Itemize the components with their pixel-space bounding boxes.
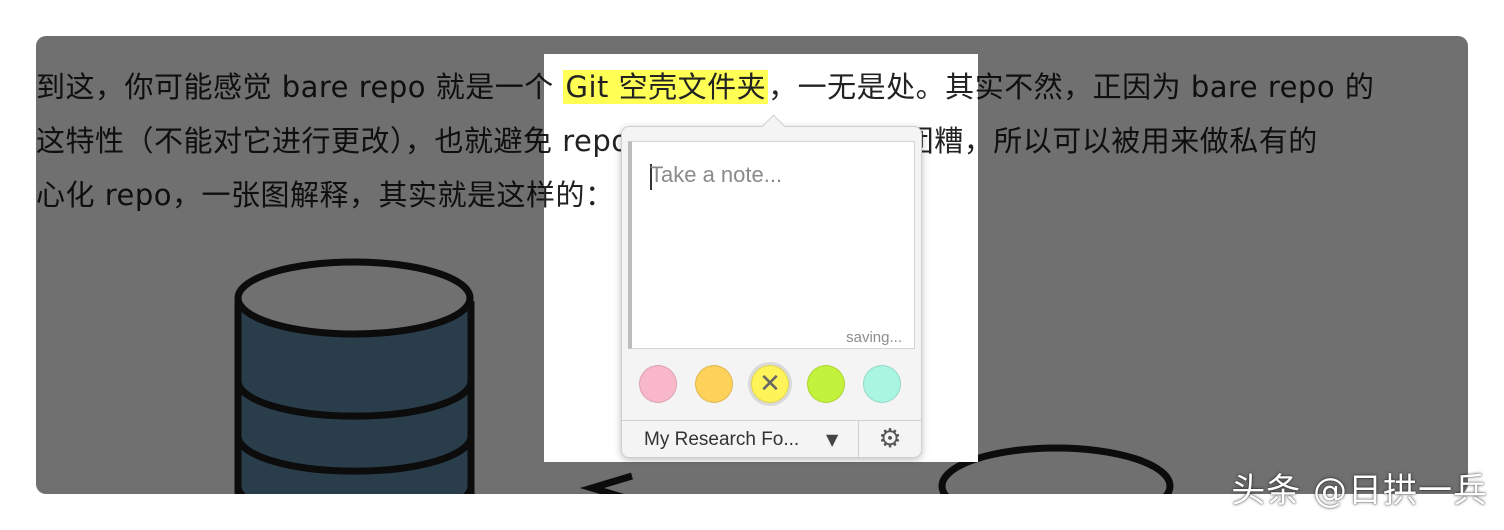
color-swatch-green[interactable]: [807, 365, 845, 403]
article-text: 到这，你可能感觉 bare repo 就是一个: [544, 70, 563, 104]
chevron-down-icon: ▼: [826, 430, 839, 449]
popup-footer: My Research Fo... ▼ ⚙: [622, 420, 921, 458]
article-line-3: 心化 repo，一张图解释，其实就是这样的：: [544, 178, 615, 212]
color-swatch-orange[interactable]: [695, 365, 733, 403]
article-text: ，一无是处。其实不然，正因为 bare repo 的: [768, 70, 978, 104]
color-swatch-mint[interactable]: [863, 365, 901, 403]
folder-dropdown[interactable]: My Research Fo... ▼: [622, 421, 859, 458]
color-swatch-pink[interactable]: [639, 365, 677, 403]
color-swatch-yellow[interactable]: ✕: [751, 365, 789, 403]
gear-icon[interactable]: ⚙: [876, 425, 904, 453]
note-textarea[interactable]: Take a note... saving...: [628, 141, 915, 349]
watermark: 头条 @日拱一兵: [1231, 471, 1488, 511]
color-swatches: ✕: [637, 363, 907, 407]
highlighted-text[interactable]: Git 空壳文件夹: [563, 70, 769, 104]
note-placeholder: Take a note...: [650, 162, 783, 187]
article-line-1: 到这，你可能感觉 bare repo 就是一个 Git 空壳文件夹，一无是处。其…: [544, 64, 978, 106]
arrow-icon: [579, 472, 634, 494]
database-icon: [234, 258, 475, 494]
folder-label: My Research Fo...: [644, 429, 800, 450]
note-popup: Take a note... saving... ✕ My Research F…: [621, 114, 922, 458]
close-icon: ✕: [759, 369, 781, 399]
saving-status: saving...: [846, 329, 902, 346]
